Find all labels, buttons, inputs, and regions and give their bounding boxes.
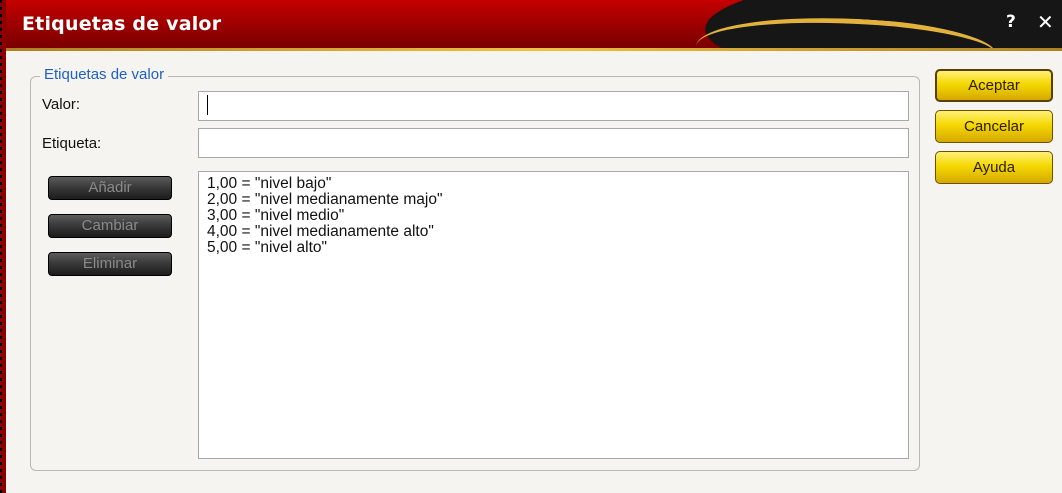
text-caret xyxy=(207,95,208,115)
etiqueta-label: Etiqueta: xyxy=(42,135,102,152)
list-item[interactable]: 4,00 = "nivel medianamente alto" xyxy=(207,224,900,240)
dialog-title: Etiquetas de valor xyxy=(22,13,222,35)
window-edge xyxy=(0,0,2,493)
valor-input[interactable] xyxy=(198,91,909,121)
title-bar-divider xyxy=(6,48,1062,51)
value-labels-dialog: Etiquetas de valor ? ✕ Etiquetas de valo… xyxy=(0,0,1062,493)
etiqueta-input[interactable] xyxy=(198,128,909,158)
remove-button[interactable]: Eliminar xyxy=(48,252,172,276)
change-button[interactable]: Cambiar xyxy=(48,214,172,238)
list-item[interactable]: 5,00 = "nivel alto" xyxy=(207,240,900,256)
list-item[interactable]: 3,00 = "nivel medio" xyxy=(207,208,900,224)
help-button[interactable]: Ayuda xyxy=(935,151,1053,184)
list-item[interactable]: 1,00 = "nivel bajo" xyxy=(207,176,900,192)
help-icon[interactable]: ? xyxy=(1006,12,1016,32)
groupbox-legend: Etiquetas de valor xyxy=(40,66,169,83)
valor-label: Valor: xyxy=(42,96,81,113)
list-item[interactable]: 2,00 = "nivel medianamente majo" xyxy=(207,192,900,208)
close-icon[interactable]: ✕ xyxy=(1037,10,1054,34)
cancel-button[interactable]: Cancelar xyxy=(935,110,1053,143)
value-labels-list[interactable]: 1,00 = "nivel bajo" 2,00 = "nivel mediana… xyxy=(198,171,909,459)
ok-button[interactable]: Aceptar xyxy=(935,69,1053,102)
title-bar[interactable]: Etiquetas de valor ? ✕ xyxy=(6,0,1062,48)
add-button[interactable]: Añadir xyxy=(48,176,172,200)
